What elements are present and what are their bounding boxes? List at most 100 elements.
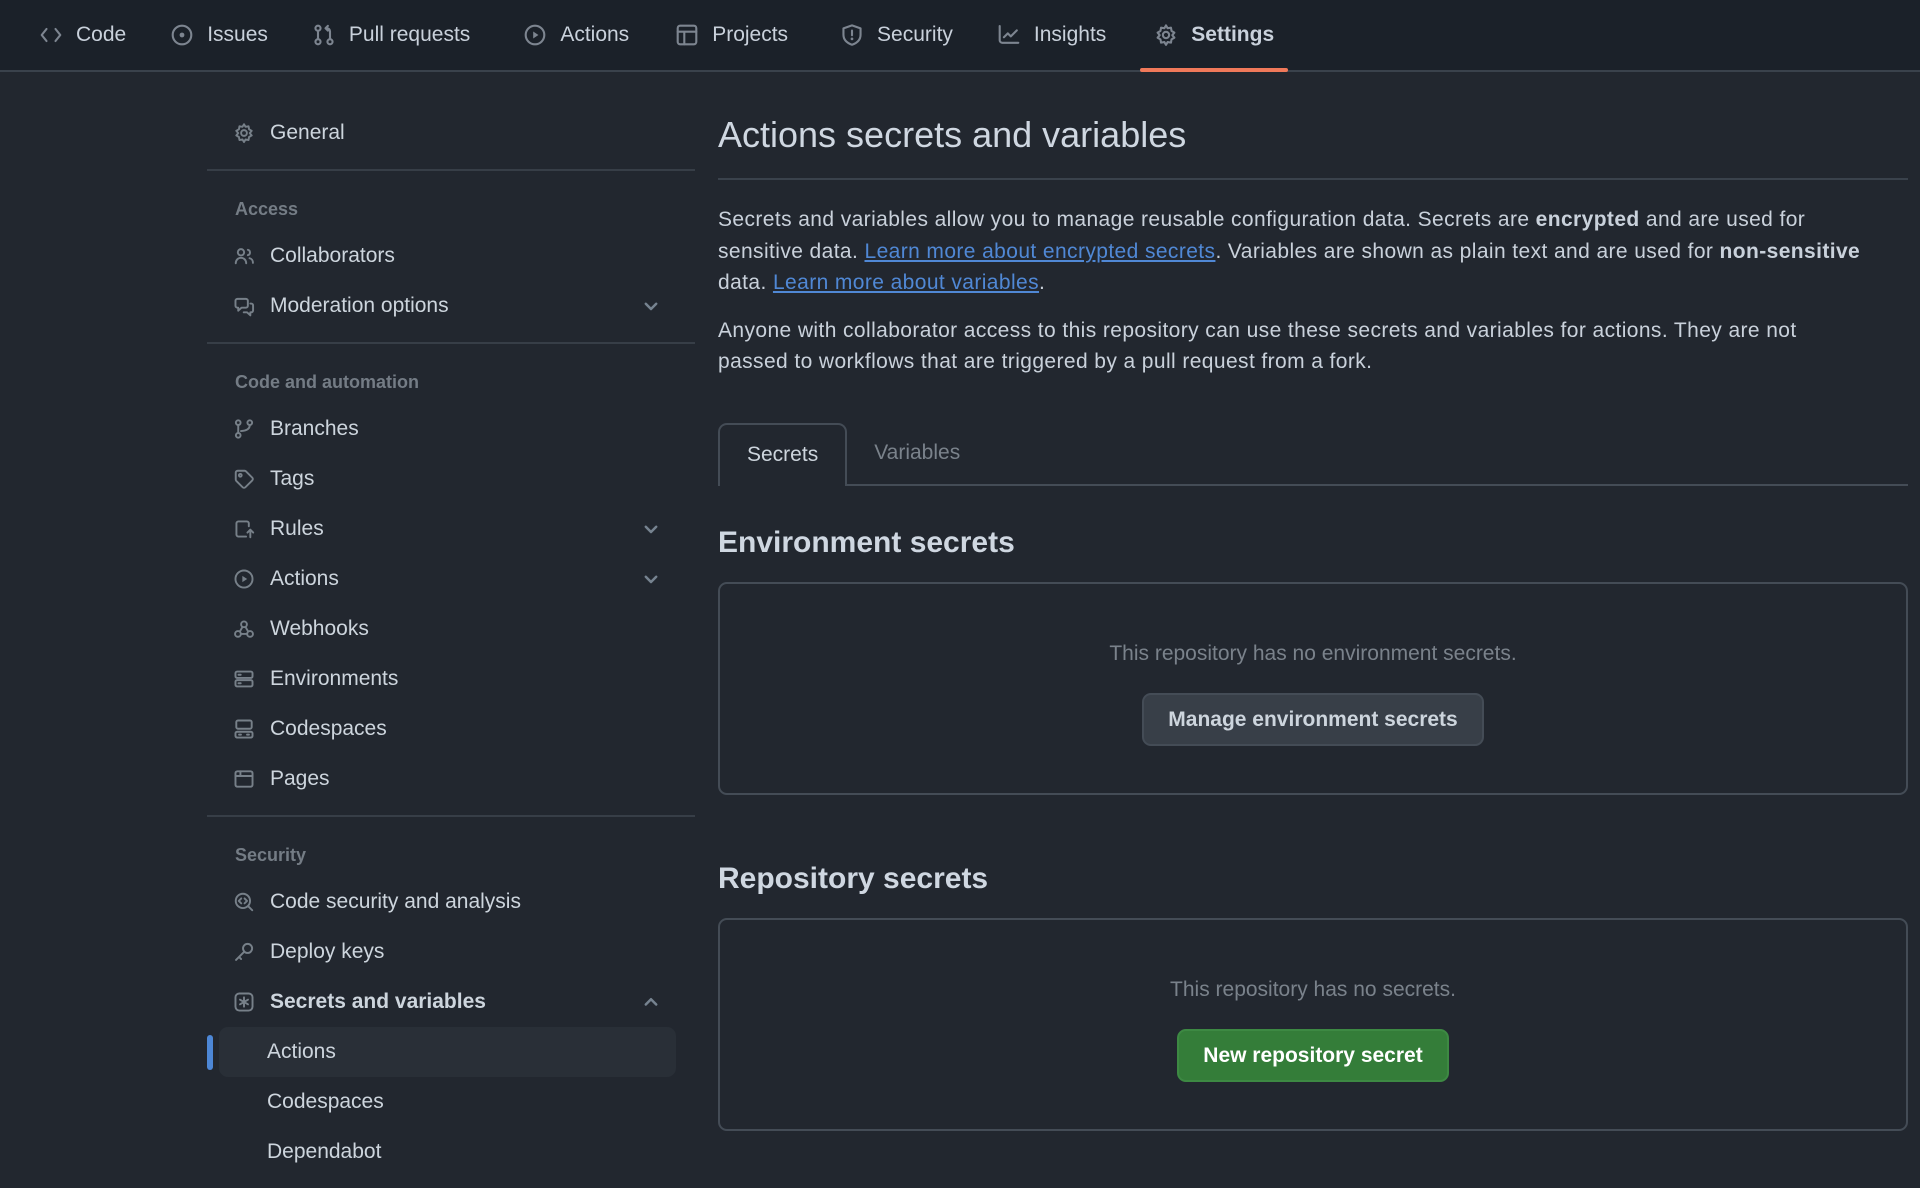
sidebar-item-label: General [270,121,345,145]
settings-sidebar: General Access Collaborators Moderation opt… [207,72,695,1177]
issue-icon [170,23,194,47]
sidebar-section-label: Security [207,833,695,877]
nav-tab-label: Insights [1034,23,1106,47]
repository-secrets-button[interactable]: New repository secret [1177,1029,1448,1082]
sidebar-item-environments[interactable]: Environments [219,654,676,704]
table-icon [675,23,699,47]
play-icon [523,23,547,47]
sidebar-item-secrets-actions[interactable]: Actions [219,1027,676,1077]
sidebar-item-label: Codespaces [267,1090,384,1114]
asterisk-icon [233,991,255,1013]
tab-secrets[interactable]: Secrets [718,423,847,486]
chevron-up-icon [640,991,662,1013]
second-paragraph: Anyone with collaborator access to this … [718,315,1818,378]
sidebar-item-webhooks[interactable]: Webhooks [219,604,676,654]
sidebar-section-label: Code and automation [207,360,695,404]
server-icon [233,668,255,690]
sidebar-section-label: Access [207,187,695,231]
nav-tab-pull-requests[interactable]: Pull requests [298,0,484,70]
sidebar-item-label: Codespaces [270,717,387,741]
nav-tab-label: Code [76,23,126,47]
sidebar-item-rules[interactable]: Rules [219,504,676,554]
rules-icon [233,518,255,540]
repository-secrets-empty-box: This repository has no secrets. New repos… [718,918,1908,1131]
chevron-down-icon [640,518,662,540]
environment-secrets-heading: Environment secrets [718,524,1908,562]
nav-tab-issues[interactable]: Issues [156,0,282,70]
nav-tab-settings[interactable]: Settings [1140,0,1288,70]
sidebar-item-collaborators[interactable]: Collaborators [219,231,676,281]
nav-tab-projects[interactable]: Projects [661,0,802,70]
repo-tab-nav: Code Issues Pull requests Actions Projects Se… [0,0,1920,72]
sidebar-item-tags[interactable]: Tags [219,454,676,504]
webhook-icon [233,618,255,640]
chevron-down-icon [640,568,662,590]
nav-tab-label: Projects [712,23,788,47]
sidebar-item-codespaces[interactable]: Codespaces [219,704,676,754]
codespaces-icon [233,718,255,740]
people-icon [233,245,255,267]
nav-tab-label: Settings [1191,23,1274,47]
sidebar-item-secrets-dependabot[interactable]: Dependabot [219,1127,676,1177]
environment-secrets-empty-box: This repository has no environment secre… [718,582,1908,795]
sidebar-item-label: Moderation options [270,294,449,318]
graph-icon [997,23,1021,47]
sidebar-item-code-security-and-analysis[interactable]: Code security and analysis [219,877,676,927]
intro-paragraph: Secrets and variables allow you to manag… [718,204,1878,299]
secrets-variables-tabs: SecretsVariables [718,423,1908,486]
key-icon [233,941,255,963]
sidebar-item-label: Actions [267,1040,336,1064]
code-icon [39,23,63,47]
sidebar-item-label: Rules [270,517,324,541]
sidebar-item-general[interactable]: General [219,108,676,158]
sidebar-item-moderation-options[interactable]: Moderation options [219,281,676,331]
nav-tab-label: Security [877,23,953,47]
sidebar-item-label: Branches [270,417,359,441]
learn-more-variables-link[interactable]: Learn more about variables [773,271,1039,294]
gear-icon [233,122,255,144]
nav-tab-actions[interactable]: Actions [509,0,643,70]
sidebar-item-label: Tags [270,467,314,491]
repository-secrets-empty-message: This repository has no secrets. [720,978,1906,1002]
browser-icon [233,768,255,790]
sidebar-item-actions[interactable]: Actions [219,554,676,604]
sidebar-item-label: Secrets and variables [270,990,486,1014]
sidebar-divider [207,169,695,171]
codescan-icon [233,891,255,913]
chevron-down-icon [640,295,662,317]
sidebar-divider [207,342,695,344]
sidebar-item-label: Environments [270,667,398,691]
environment-secrets-button[interactable]: Manage environment secrets [1142,693,1483,746]
sections-container: Environment secrets This repository has n… [718,524,1908,1131]
nav-tab-insights[interactable]: Insights [983,0,1120,70]
pr-icon [312,23,336,47]
gear-icon [1154,23,1178,47]
sidebar-item-deploy-keys[interactable]: Deploy keys [219,927,676,977]
tag-icon [233,468,255,490]
learn-more-encrypted-secrets-link[interactable]: Learn more about encrypted secrets [864,240,1215,263]
sidebar-item-secrets-and-variables[interactable]: Secrets and variables [219,977,676,1027]
play-icon [233,568,255,590]
sidebar-item-pages[interactable]: Pages [219,754,676,804]
shield-icon [840,23,864,47]
discussion-icon [233,295,255,317]
nav-tab-label: Issues [207,23,268,47]
sidebar-item-label: Collaborators [270,244,395,268]
sidebar-item-label: Webhooks [270,617,369,641]
sidebar-item-branches[interactable]: Branches [219,404,676,454]
sidebar-item-label: Deploy keys [270,940,384,964]
environment-secrets-empty-message: This repository has no environment secre… [720,642,1906,666]
page-title: Actions secrets and variables [718,112,1908,180]
branch-icon [233,418,255,440]
sidebar-item-label: Pages [270,767,330,791]
nav-tab-code[interactable]: Code [25,0,140,70]
sidebar-item-secrets-codespaces[interactable]: Codespaces [219,1077,676,1127]
nav-tab-security[interactable]: Security [826,0,967,70]
repository-secrets-heading: Repository secrets [718,860,1908,898]
nav-tab-label: Pull requests [349,23,470,47]
sidebar-divider [207,815,695,817]
sidebar-item-label: Dependabot [267,1140,381,1164]
nav-tab-label: Actions [560,23,629,47]
tab-variables[interactable]: Variables [847,423,987,484]
sidebar-item-label: Actions [270,567,339,591]
